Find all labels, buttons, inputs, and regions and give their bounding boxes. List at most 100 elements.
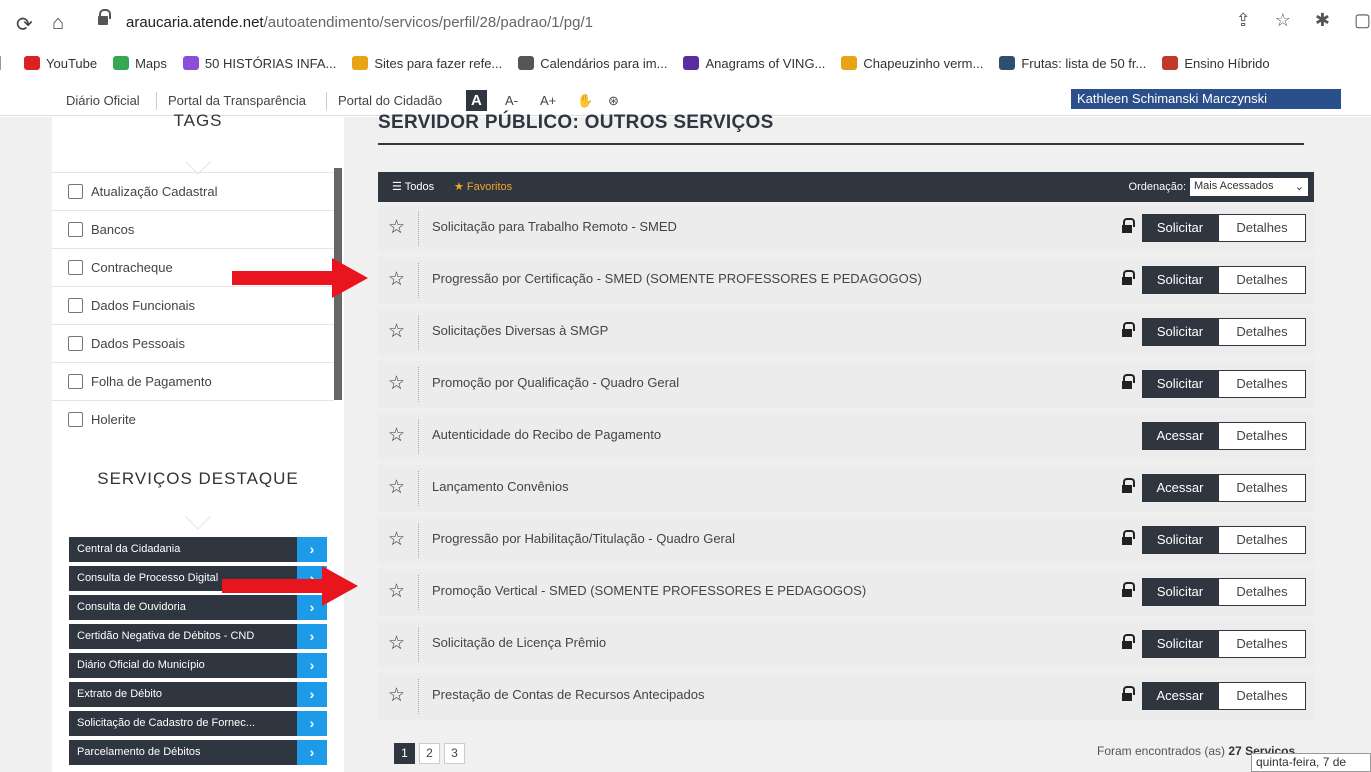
chevron-right-icon[interactable]: › [297,624,327,649]
bookmark-item[interactable]: Chapeuzinho verm... [841,56,983,71]
home-icon[interactable]: ⌂ [52,12,64,35]
favorite-star-icon[interactable]: ☆ [388,528,405,551]
bookmark-item[interactable]: YouTube [24,56,97,71]
featured-service-item[interactable]: Extrato de Débito › [69,682,327,707]
reload-icon[interactable]: ⟳ [16,12,33,37]
font-normal-button[interactable]: A [466,90,487,111]
chevron-right-icon[interactable]: › [297,682,327,707]
service-action-button[interactable]: Solicitar [1142,266,1218,294]
link-portal-cidadao[interactable]: Portal do Cidadão [338,93,442,108]
favorite-star-icon[interactable]: ☆ [388,580,405,603]
service-action-button[interactable]: Acessar [1142,474,1218,502]
details-button[interactable]: Detalhes [1218,214,1306,242]
checkbox[interactable] [68,184,83,199]
extensions-icon[interactable]: ✱ [1315,10,1330,31]
chevron-right-icon[interactable]: › [297,740,327,765]
tag-item[interactable]: Atualização Cadastral [52,172,334,210]
filter-favoritos[interactable]: ★ Favoritos [454,180,512,193]
service-action-button[interactable]: Acessar [1142,682,1218,710]
filter-todos[interactable]: ☰ Todos [392,180,434,193]
service-name[interactable]: Promoção Vertical - SMED (SOMENTE PROFES… [432,583,866,598]
details-button[interactable]: Detalhes [1218,318,1306,346]
pagination: 123 [394,743,465,764]
lock-icon [1122,322,1135,337]
font-decrease-button[interactable]: A- [505,93,518,108]
service-action-button[interactable]: Solicitar [1142,578,1218,606]
tag-item[interactable]: Dados Pessoais [52,324,334,362]
favorite-star-icon[interactable]: ☆ [388,216,405,239]
chevron-right-icon[interactable]: › [297,653,327,678]
service-action-button[interactable]: Acessar [1142,422,1218,450]
service-name[interactable]: Solicitações Diversas à SMGP [432,323,608,338]
bookmark-item[interactable]: Frutas: lista de 50 fr... [999,56,1146,71]
service-name[interactable]: Lançamento Convênios [432,479,569,494]
featured-service-item[interactable]: Central da Cidadania › [69,537,327,562]
service-action-button[interactable]: Solicitar [1142,630,1218,658]
details-button[interactable]: Detalhes [1218,526,1306,554]
chevron-right-icon[interactable]: › [297,537,327,562]
bookmark-item[interactable]: 50 HISTÓRIAS INFA... [182,56,336,71]
puzzle-icon [352,56,369,70]
favorite-star-icon[interactable]: ☆ [388,320,405,343]
details-button[interactable]: Detalhes [1218,370,1306,398]
service-action-button[interactable]: Solicitar [1142,214,1218,242]
ordering-select[interactable]: Mais Acessados ⌄ [1190,178,1308,196]
checkbox[interactable] [68,260,83,275]
details-button[interactable]: Detalhes [1218,422,1306,450]
favorite-star-icon[interactable]: ☆ [388,268,405,291]
details-button[interactable]: Detalhes [1218,578,1306,606]
service-action-button[interactable]: Solicitar [1142,370,1218,398]
share-icon[interactable]: ⇪ [1236,10,1251,31]
bookmark-item[interactable]: Anagrams of VING... [683,56,825,71]
service-name[interactable]: Prestação de Contas de Recursos Antecipa… [432,687,704,702]
checkbox[interactable] [68,222,83,237]
featured-service-item[interactable]: Solicitação de Cadastro de Fornec... › [69,711,327,736]
details-button[interactable]: Detalhes [1218,474,1306,502]
hood-icon [841,56,858,70]
lock-icon [1122,634,1135,649]
sign-language-icon[interactable]: ✋ [577,93,593,109]
service-name[interactable]: Solicitação para Trabalho Remoto - SMED [432,219,677,234]
details-button[interactable]: Detalhes [1218,266,1306,294]
checkbox[interactable] [68,374,83,389]
font-increase-button[interactable]: A+ [540,93,556,108]
user-name[interactable]: Kathleen Schimanski Marczynski [1071,89,1341,109]
favorite-star-icon[interactable]: ☆ [388,684,405,707]
service-name[interactable]: Progressão por Habilitação/Titulação - Q… [432,531,735,546]
details-button[interactable]: Detalhes [1218,630,1306,658]
bookmark-item[interactable]: Calendários para im... [518,56,667,71]
favorite-star-icon[interactable]: ☆ [388,632,405,655]
featured-service-item[interactable]: Certidão Negativa de Débitos - CND › [69,624,327,649]
accessibility-icon[interactable]: ⊛ [608,93,619,109]
favorite-star-icon[interactable]: ☆ [388,476,405,499]
link-portal-transparencia[interactable]: Portal da Transparência [168,93,306,108]
bookmark-item[interactable]: Ensino Híbrido [1162,56,1270,71]
featured-service-item[interactable]: Diário Oficial do Município › [69,653,327,678]
service-name[interactable]: Progressão por Certificação - SMED (SOME… [432,271,922,286]
checkbox[interactable] [68,412,83,427]
link-diario-oficial[interactable]: Diário Oficial [66,93,140,108]
service-action-button[interactable]: Solicitar [1142,526,1218,554]
service-name[interactable]: Autenticidade do Recibo de Pagamento [432,427,661,442]
divider [156,92,157,110]
service-name[interactable]: Solicitação de Licença Prêmio [432,635,606,650]
checkbox[interactable] [68,336,83,351]
page-button[interactable]: 1 [394,743,415,764]
tag-item[interactable]: Bancos [52,210,334,248]
page-button[interactable]: 2 [419,743,440,764]
favorite-star-icon[interactable]: ☆ [388,372,405,395]
details-button[interactable]: Detalhes [1218,682,1306,710]
checkbox[interactable] [68,298,83,313]
favorite-star-icon[interactable]: ☆ [388,424,405,447]
featured-service-item[interactable]: Parcelamento de Débitos › [69,740,327,765]
bookmark-item[interactable]: Sites para fazer refe... [352,56,502,71]
chevron-right-icon[interactable]: › [297,711,327,736]
service-action-button[interactable]: Solicitar [1142,318,1218,346]
bookmark-item[interactable]: Maps [113,56,167,71]
service-name[interactable]: Promoção por Qualificação - Quadro Geral [432,375,679,390]
bookmark-star-icon[interactable]: ☆ [1275,10,1291,31]
sidepanel-icon[interactable]: ▢ [1354,10,1371,31]
page-button[interactable]: 3 [444,743,465,764]
tag-item[interactable]: Folha de Pagamento [52,362,334,400]
url-field[interactable]: araucaria.atende.net/autoatendimento/ser… [92,8,1342,38]
